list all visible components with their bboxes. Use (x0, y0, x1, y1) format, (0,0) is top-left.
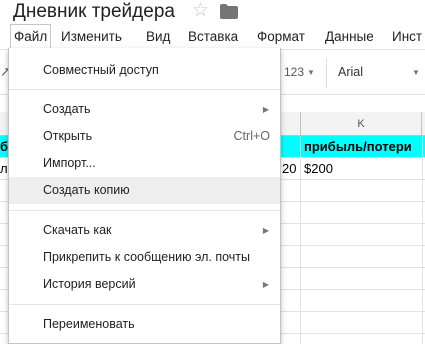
menu-data[interactable]: Данные (322, 24, 377, 49)
menu-separator (9, 210, 280, 211)
column-divider (422, 136, 423, 344)
number-format-label: 123 (284, 65, 305, 79)
menu-item-label: Скачать как (43, 223, 112, 237)
toolbar-divider (326, 58, 327, 88)
menu-edit[interactable]: Изменить (58, 24, 125, 49)
menu-item-new[interactable]: Создать ▶ (9, 96, 280, 123)
number-format-dropdown[interactable]: 123 ▼ (284, 65, 315, 79)
menu-item-label: Совместный доступ (43, 63, 159, 77)
menu-separator (9, 304, 280, 305)
menu-insert[interactable]: Вставка (185, 24, 241, 49)
column-header-k[interactable]: K (300, 112, 422, 136)
submenu-arrow-icon: ▶ (262, 226, 269, 235)
title-row: Дневник трейдера ☆ (0, 0, 425, 24)
cell-k2[interactable]: $200 (304, 158, 333, 179)
shortcut-label: Ctrl+O (233, 129, 270, 143)
menu-item-share[interactable]: Совместный доступ (9, 57, 280, 84)
menu-file[interactable]: Файл (10, 24, 52, 49)
column-divider (300, 136, 301, 344)
chevron-down-icon[interactable]: ▼ (412, 68, 420, 77)
menu-item-label: Импорт... (43, 156, 96, 170)
menu-format[interactable]: Формат (254, 24, 308, 49)
menu-separator (9, 89, 280, 90)
menu-item-make-copy[interactable]: Создать копию (9, 177, 280, 204)
menu-view[interactable]: Вид (143, 24, 173, 49)
menu-item-label: Переименовать (43, 317, 135, 331)
cell-j2[interactable]: 20 (282, 158, 296, 179)
menu-item-label: Открыть (43, 129, 93, 143)
menu-item-import[interactable]: Импорт... (9, 150, 280, 177)
menu-bar: Файл Изменить Вид Вставка Формат Данные … (0, 24, 425, 49)
file-menu-dropdown: Совместный доступ Создать ▶ Открыть Ctrl… (8, 48, 281, 344)
star-icon[interactable]: ☆ (192, 0, 209, 22)
cell-cut-left[interactable]: л (0, 158, 8, 179)
font-dropdown[interactable]: Arial (338, 65, 363, 79)
menu-item-label: Создать копию (43, 183, 130, 197)
menu-item-open[interactable]: Открыть Ctrl+O (9, 123, 280, 150)
cell-k1[interactable]: прибыль/потери (304, 136, 412, 157)
menu-item-label: Прикрепить к сообщению эл. почты (43, 250, 250, 264)
menu-item-label: История версий (43, 277, 136, 291)
menu-item-download-as[interactable]: Скачать как ▶ (9, 217, 280, 244)
submenu-arrow-icon: ▶ (262, 105, 269, 114)
submenu-arrow-icon: ▶ (262, 280, 269, 289)
menu-item-version-history[interactable]: История версий ▶ (9, 271, 280, 298)
menu-item-label: Создать (43, 102, 91, 116)
chevron-down-icon: ▼ (307, 68, 315, 77)
cell-cut-left[interactable]: б (0, 136, 8, 157)
folder-icon[interactable] (220, 4, 238, 19)
menu-item-rename[interactable]: Переименовать (9, 311, 280, 338)
document-title[interactable]: Дневник трейдера (13, 1, 175, 23)
menu-tools[interactable]: Инст (389, 24, 425, 49)
menu-item-email-attachment[interactable]: Прикрепить к сообщению эл. почты (9, 244, 280, 271)
